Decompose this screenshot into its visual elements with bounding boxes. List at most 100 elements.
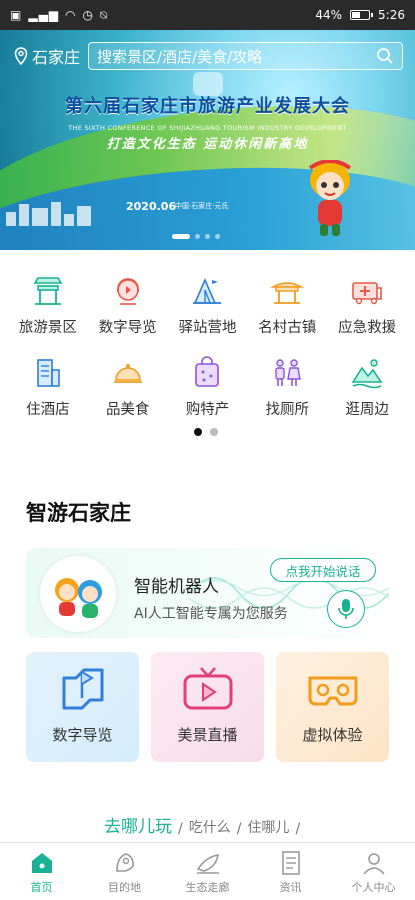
home-icon bbox=[31, 853, 52, 873]
pager-dot[interactable] bbox=[210, 428, 218, 436]
nav-home[interactable]: 首页 bbox=[2, 843, 82, 900]
feature-virtual-experience[interactable]: 虚拟体验 bbox=[276, 652, 389, 762]
service-label: 名村古镇 bbox=[258, 320, 317, 336]
battery-icon bbox=[350, 10, 374, 20]
tab-separator: / bbox=[236, 821, 242, 837]
banner-slogan: 打造文化生态 运动休闲新高地 bbox=[106, 137, 309, 152]
location-pin-icon bbox=[14, 47, 28, 65]
carousel-dot[interactable] bbox=[205, 234, 210, 239]
tab-where-to-stay[interactable]: 住哪儿 bbox=[247, 817, 289, 837]
carousel-dot[interactable] bbox=[195, 234, 200, 239]
search-placeholder: 搜索景区/酒店/美食/攻略 bbox=[97, 47, 263, 66]
tab-where-to-play[interactable]: 去哪儿玩 bbox=[104, 812, 172, 847]
section-title: 智游石家庄 bbox=[26, 501, 131, 525]
feature-live-stream[interactable]: 美景直播 bbox=[151, 652, 264, 762]
news-icon bbox=[281, 851, 300, 875]
ambulance-icon bbox=[352, 282, 382, 305]
carousel-dot[interactable] bbox=[172, 234, 190, 239]
eco-corridor-icon bbox=[196, 854, 219, 874]
service-row: 住酒店 品美食 购特产 找厕所 逛周边 bbox=[0, 350, 415, 432]
service-row: 旅游景区 数字导览 驿站营地 名村古镇 应急救援 bbox=[0, 268, 415, 350]
service-scenic[interactable]: 旅游景区 bbox=[9, 268, 87, 350]
digital-map-icon bbox=[62, 668, 104, 710]
feature-digital-guide[interactable]: 数字导览 bbox=[26, 652, 139, 762]
robot-title: 智能机器人 bbox=[134, 577, 219, 597]
nav-eco-corridor[interactable]: 生态走廊 bbox=[168, 843, 248, 900]
service-label: 数字导览 bbox=[98, 320, 157, 336]
service-label: 驿站营地 bbox=[178, 320, 237, 336]
signal-icon: ▂▄▆ bbox=[28, 8, 60, 22]
pager-dot[interactable] bbox=[194, 428, 202, 436]
service-specialty[interactable]: 购特产 bbox=[168, 350, 246, 432]
microphone-icon bbox=[338, 599, 354, 619]
microphone-button[interactable] bbox=[327, 590, 365, 628]
feature-label: 数字导览 bbox=[52, 726, 113, 744]
search-input[interactable]: 搜索景区/酒店/美食/攻略 bbox=[88, 42, 403, 70]
service-label: 品美食 bbox=[105, 402, 150, 418]
restroom-icon bbox=[275, 359, 302, 386]
start-talking-button[interactable]: 点我开始说话 bbox=[270, 558, 376, 582]
nav-profile[interactable]: 个人中心 bbox=[334, 843, 414, 900]
alarm-icon: ◷ bbox=[82, 8, 94, 22]
status-icons: ▣ ▂▄▆ ◠ ◷ ⍉ bbox=[10, 8, 108, 23]
mascot-illustration bbox=[308, 160, 352, 236]
tab-what-to-eat[interactable]: 吃什么 bbox=[189, 817, 231, 837]
service-nearby[interactable]: 逛周边 bbox=[328, 350, 406, 432]
live-tv-icon bbox=[183, 667, 233, 710]
status-bar: ▣ ▂▄▆ ◠ ◷ ⍉ 44% 5:26 bbox=[0, 0, 415, 30]
banner-carousel-dots[interactable] bbox=[172, 234, 220, 239]
nav-label: 资讯 bbox=[279, 881, 302, 894]
robot-mascot-avatar bbox=[40, 556, 116, 632]
battery-percent: 44% bbox=[315, 8, 343, 22]
tab-separator: / bbox=[295, 821, 301, 837]
nav-label: 生态走廊 bbox=[185, 881, 230, 894]
banner-place: 中国·石家庄·元氏 bbox=[175, 202, 229, 210]
service-ancient-town[interactable]: 名村古镇 bbox=[248, 268, 326, 350]
hd-icon: ▣ bbox=[10, 8, 23, 22]
service-camp[interactable]: 驿站营地 bbox=[168, 268, 246, 350]
tab-separator: / bbox=[178, 821, 183, 837]
service-rescue[interactable]: 应急救援 bbox=[328, 268, 406, 350]
nav-destination[interactable]: 目的地 bbox=[85, 843, 165, 900]
ancient-pavilion-icon bbox=[270, 282, 305, 304]
headphones-guide-icon bbox=[116, 278, 139, 305]
service-label: 购特产 bbox=[185, 402, 230, 418]
carousel-dot[interactable] bbox=[215, 234, 220, 239]
food-cloche-icon bbox=[113, 364, 142, 383]
service-label: 找厕所 bbox=[265, 402, 310, 418]
service-pager-dots[interactable] bbox=[194, 428, 218, 436]
nav-news[interactable]: 资讯 bbox=[251, 843, 331, 900]
service-label: 应急救援 bbox=[338, 320, 397, 336]
category-tabs: 去哪儿玩 / 吃什么 / 住哪儿 / bbox=[104, 812, 301, 847]
promo-banner[interactable]: 石家庄 搜索景区/酒店/美食/攻略 第六届石家庄市旅游产业发展大会 THE SI… bbox=[0, 30, 415, 250]
robot-description: AI人工智能专属为您服务 bbox=[134, 606, 288, 622]
feature-label: 虚拟体验 bbox=[302, 726, 363, 744]
profile-icon bbox=[362, 853, 385, 875]
service-restroom[interactable]: 找厕所 bbox=[248, 350, 326, 432]
service-food[interactable]: 品美食 bbox=[89, 350, 167, 432]
battery-fill bbox=[352, 12, 360, 18]
service-label: 逛周边 bbox=[345, 402, 389, 418]
city-selector[interactable]: 石家庄 bbox=[14, 44, 80, 68]
nav-label: 首页 bbox=[30, 881, 53, 894]
destination-icon bbox=[115, 853, 134, 872]
tent-camp-icon bbox=[193, 277, 222, 304]
banner-title: 第六届石家庄市旅游产业发展大会 bbox=[65, 96, 350, 117]
city-name: 石家庄 bbox=[32, 48, 81, 67]
wifi-icon: ◠ bbox=[65, 8, 77, 22]
ai-robot-card[interactable]: 智能机器人 AI人工智能专属为您服务 点我开始说话 bbox=[26, 548, 389, 638]
mountain-scenery-icon bbox=[351, 359, 383, 389]
search-icon[interactable] bbox=[376, 47, 394, 65]
service-label: 旅游景区 bbox=[18, 320, 77, 336]
specialty-bag-icon bbox=[195, 356, 220, 387]
service-hotel[interactable]: 住酒店 bbox=[9, 350, 87, 432]
service-grid: 旅游景区 数字导览 驿站营地 名村古镇 应急救援 住酒店 品美食 购特产 找厕所… bbox=[0, 268, 415, 432]
top-search-row: 石家庄 搜索景区/酒店/美食/攻略 bbox=[14, 42, 403, 70]
service-digital-guide[interactable]: 数字导览 bbox=[89, 268, 167, 350]
banner-date: 2020.06 bbox=[126, 200, 177, 213]
feature-label: 美景直播 bbox=[177, 726, 238, 744]
vr-glasses-icon bbox=[308, 676, 358, 706]
banner-subtitle: THE SIXTH CONFERENCE OF SHIJIAZHUANG TOU… bbox=[68, 124, 347, 132]
nav-label: 目的地 bbox=[108, 881, 141, 894]
scenic-gate-icon bbox=[33, 277, 63, 305]
